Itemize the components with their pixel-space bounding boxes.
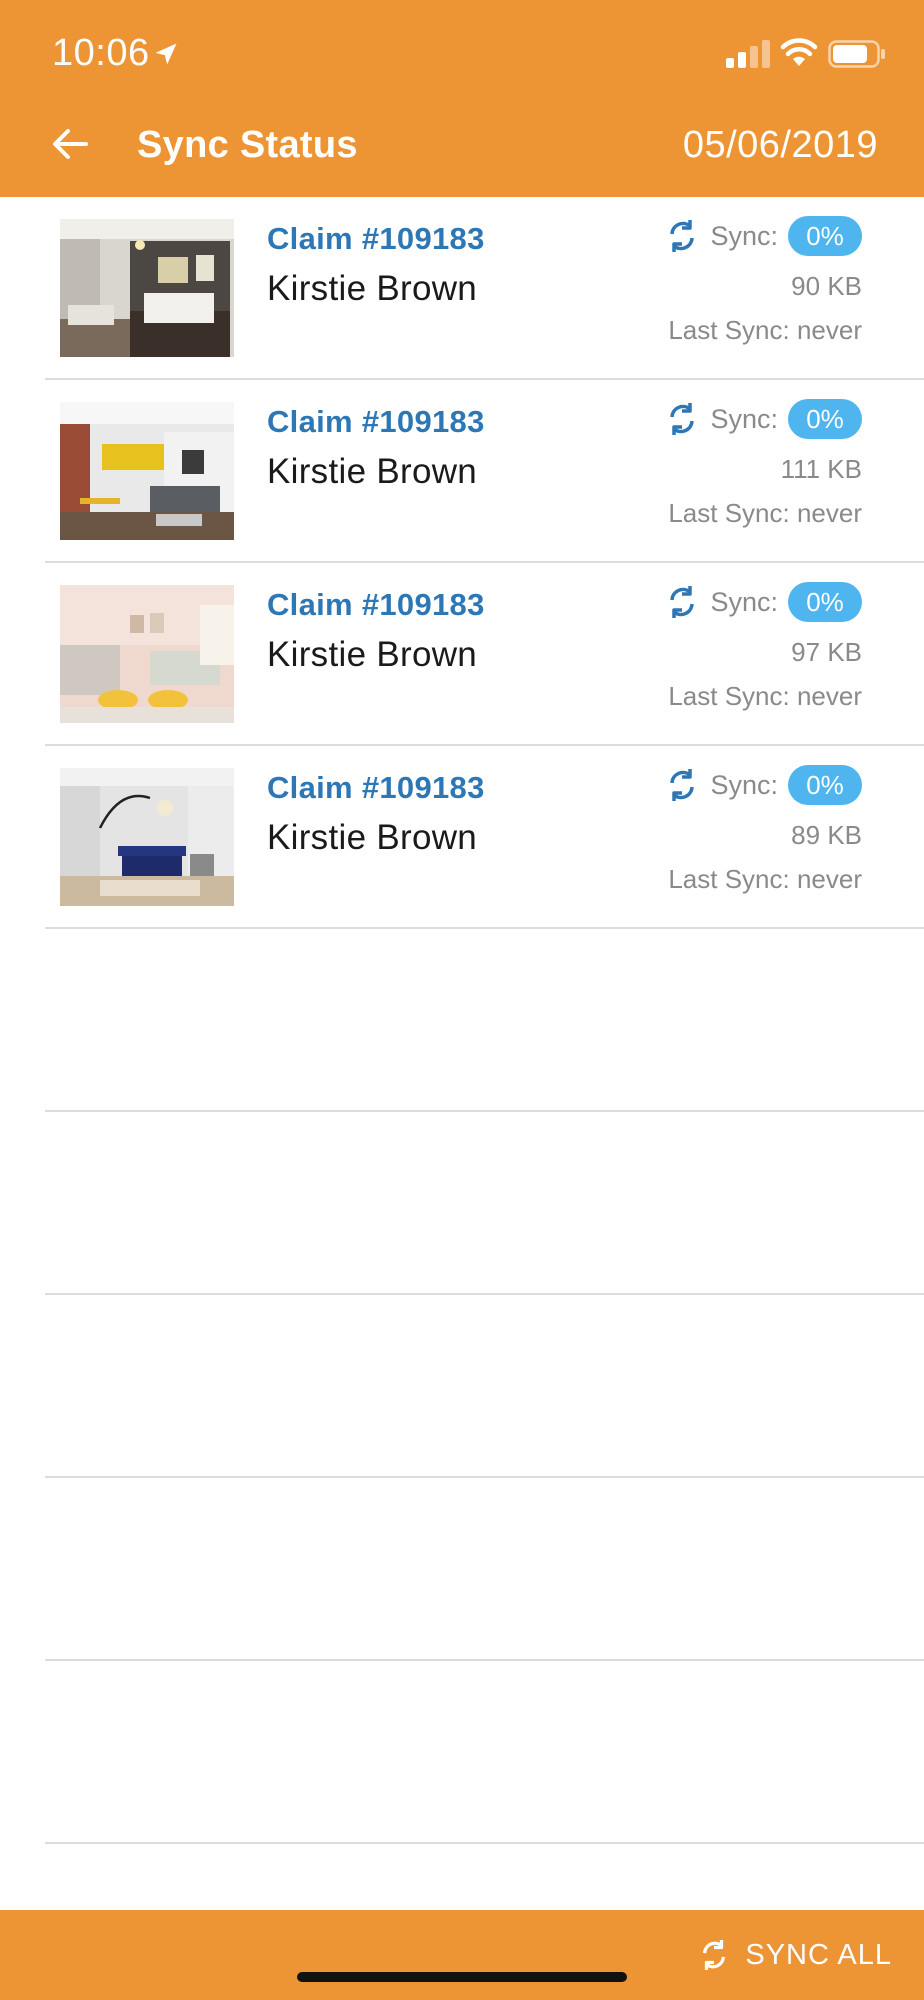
arrow-left-icon[interactable] (48, 122, 92, 166)
list-item[interactable]: Claim #109183 Kirstie Brown Sync: 0% 111… (0, 380, 924, 563)
signal-icon (726, 40, 770, 68)
list-item[interactable]: Claim #109183 Kirstie Brown Sync: 0% 97 … (0, 563, 924, 746)
list-item[interactable]: Claim #109183 Kirstie Brown Sync: 0% 90 … (0, 197, 924, 380)
claim-number: Claim #109183 (267, 221, 485, 256)
battery-icon (828, 40, 885, 68)
file-size: 97 KB (791, 637, 862, 667)
claimant-name: Kirstie Brown (267, 635, 478, 674)
file-size: 89 KB (791, 820, 862, 850)
claims-list: Claim #109183 Kirstie Brown Sync: 0% 90 … (0, 197, 924, 2000)
empty-row (0, 1478, 924, 1661)
claim-number: Claim #109183 (267, 404, 485, 439)
last-sync: Last Sync: never (668, 681, 862, 711)
last-sync: Last Sync: never (668, 498, 862, 528)
sync-status: Sync: 0% (666, 764, 862, 806)
sync-label: Sync: (710, 769, 778, 800)
file-size: 111 KB (780, 454, 862, 484)
empty-row (0, 1295, 924, 1478)
sync-label: Sync: (710, 220, 778, 251)
sync-label: Sync: (710, 586, 778, 617)
sync-progress-badge: 0% (788, 216, 862, 256)
sync-icon (670, 403, 695, 435)
claimant-name: Kirstie Brown (267, 818, 478, 857)
home-indicator (297, 1972, 627, 1982)
list-item[interactable]: Claim #109183 Kirstie Brown Sync: 0% 89 … (0, 746, 924, 929)
wifi-icon (780, 38, 818, 66)
claimant-name: Kirstie Brown (267, 269, 478, 308)
sync-progress-badge: 0% (788, 399, 862, 439)
sync-icon (670, 586, 695, 618)
empty-row (0, 929, 924, 1112)
claim-thumbnail (60, 402, 234, 540)
header-date: 05/06/2019 (682, 124, 878, 166)
sync-status: Sync: 0% (666, 398, 862, 440)
sync-status: Sync: 0% (666, 581, 862, 623)
file-size: 90 KB (791, 271, 862, 301)
sync-icon (670, 769, 695, 801)
status-bar: 10:06 (0, 0, 924, 110)
location-arrow-icon (155, 43, 177, 65)
app-header: 10:06 Sync Status 05/06/2019 (0, 0, 924, 197)
sync-all-label: SYNC ALL (745, 1938, 892, 1971)
sync-icon (670, 220, 695, 252)
claimant-name: Kirstie Brown (267, 452, 478, 491)
sync-progress-badge: 0% (788, 765, 862, 805)
empty-row (0, 1112, 924, 1295)
empty-row (0, 1661, 924, 1844)
last-sync: Last Sync: never (668, 315, 862, 345)
claim-number: Claim #109183 (267, 587, 485, 622)
sync-status: Sync: 0% (666, 215, 862, 257)
footer-bar: SYNC ALL (0, 1910, 924, 2000)
sync-icon (703, 1940, 726, 1970)
sync-label: Sync: (710, 403, 778, 434)
sync-progress-badge: 0% (788, 582, 862, 622)
status-time: 10:06 (52, 32, 150, 74)
claim-number: Claim #109183 (267, 770, 485, 805)
claim-thumbnail (60, 585, 234, 723)
claim-thumbnail (60, 768, 234, 906)
last-sync: Last Sync: never (668, 864, 862, 894)
page-title: Sync Status (137, 124, 358, 166)
claim-thumbnail (60, 219, 234, 357)
sync-all-button[interactable]: SYNC ALL (699, 1930, 892, 1980)
